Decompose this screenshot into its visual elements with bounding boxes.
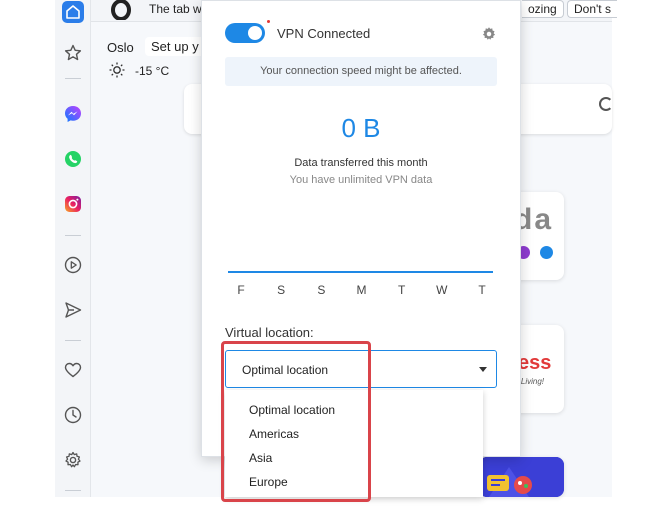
heart-icon[interactable]	[62, 359, 84, 381]
data-transferred-value: 0 B	[341, 113, 381, 143]
usage-chart-baseline	[228, 271, 493, 273]
settings-icon[interactable]	[62, 449, 84, 471]
weather-temperature: -15 °C	[135, 64, 170, 78]
gear-icon[interactable]	[481, 26, 497, 42]
home-icon[interactable]	[62, 1, 84, 23]
setup-button[interactable]: Set up y	[145, 37, 205, 56]
chart-day-label: T	[478, 283, 486, 297]
player-icon[interactable]	[62, 254, 84, 276]
chart-day-label: S	[277, 283, 286, 297]
speed-notice: Your connection speed might be affected.	[225, 57, 497, 86]
chart-day-label: M	[356, 283, 367, 297]
notification-dot	[267, 20, 270, 23]
speed-dial-tile[interactable]	[479, 457, 564, 497]
sidebar-divider	[65, 340, 81, 341]
location-option[interactable]: Europe	[249, 475, 288, 489]
chart-day-label: S	[317, 283, 326, 297]
send-icon[interactable]	[62, 299, 84, 321]
chevron-down-icon[interactable]	[479, 367, 487, 372]
search-icon[interactable]	[599, 97, 613, 111]
tile-logo-text: ess	[518, 352, 552, 374]
screenshot-stage: The tab w ozing Don't s Oslo Set up y -1…	[0, 0, 666, 517]
history-icon[interactable]	[62, 404, 84, 426]
location-dropdown: Optimal location Americas Asia Europe	[225, 390, 483, 497]
tab-title[interactable]: The tab w	[149, 2, 202, 16]
sun-icon	[109, 62, 125, 78]
location-option[interactable]: Americas	[249, 427, 299, 441]
location-option[interactable]: Asia	[249, 451, 272, 465]
location-select[interactable]: Optimal location	[225, 350, 497, 388]
virtual-location-label: Virtual location:	[225, 325, 314, 340]
sidebar	[55, 0, 91, 497]
vpn-toggle[interactable]	[225, 23, 265, 43]
tile-dot	[540, 246, 553, 259]
chart-day-label: T	[397, 283, 406, 297]
sidebar-divider	[65, 78, 81, 79]
selected-location: Optimal location	[242, 363, 329, 377]
unlimited-data-caption: You have unlimited VPN data	[289, 174, 433, 186]
whatsapp-icon[interactable]	[62, 148, 84, 170]
location-option[interactable]: Optimal location	[249, 403, 335, 417]
game-icon	[479, 457, 564, 497]
opera-logo-icon[interactable]	[110, 0, 132, 20]
snooze-button[interactable]: ozing	[522, 0, 564, 18]
data-transferred-caption: Data transferred this month	[294, 157, 428, 169]
star-icon[interactable]	[62, 42, 84, 64]
instagram-icon[interactable]	[62, 193, 84, 215]
vpn-status-label: VPN Connected	[277, 26, 371, 41]
dont-show-button[interactable]: Don't s	[567, 0, 617, 18]
messenger-icon[interactable]	[62, 103, 84, 125]
sidebar-divider	[65, 490, 81, 491]
weather-city: Oslo	[107, 40, 134, 55]
chart-day-label: W	[436, 283, 448, 297]
chart-day-label: F	[237, 283, 245, 297]
sidebar-divider	[65, 235, 81, 236]
toggle-knob	[248, 26, 262, 40]
